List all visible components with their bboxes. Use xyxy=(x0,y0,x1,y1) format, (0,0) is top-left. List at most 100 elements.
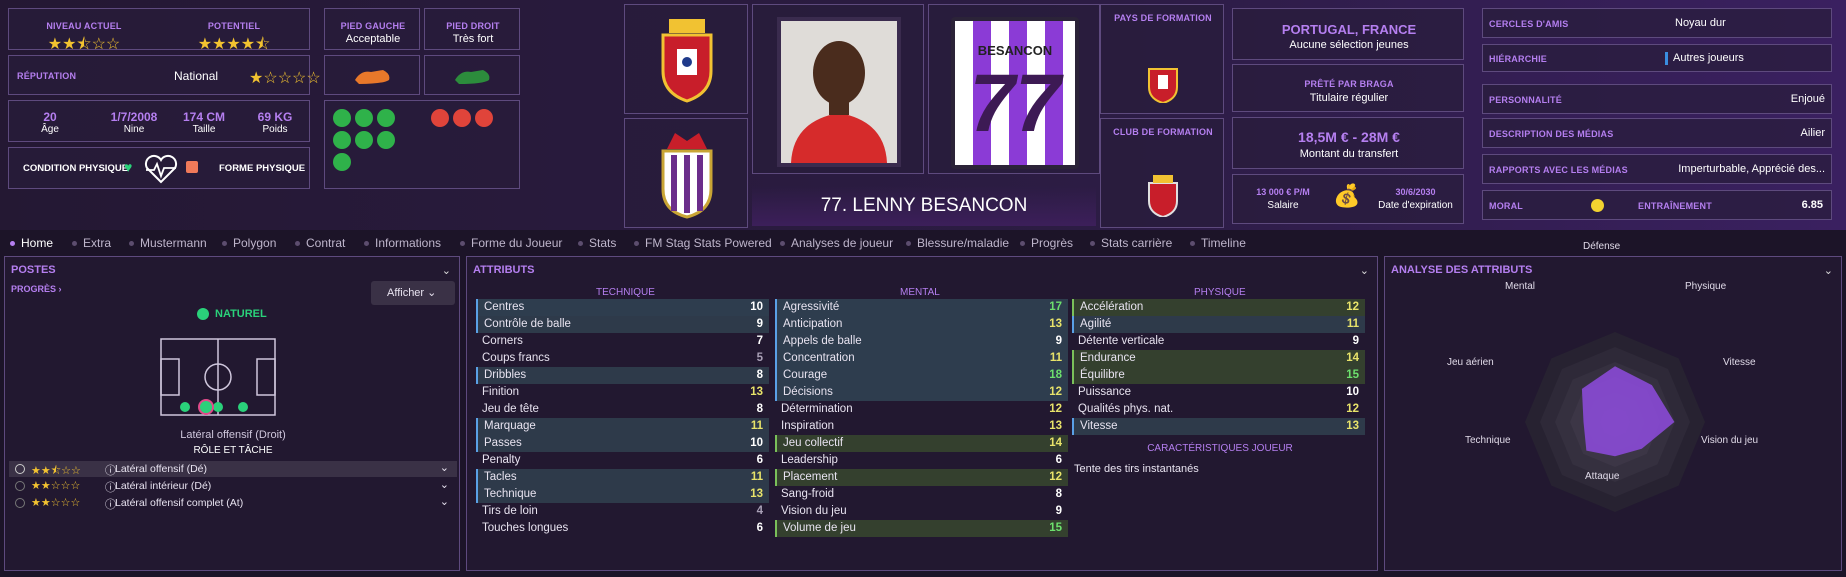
chevron-down-icon[interactable]: ⌄ xyxy=(440,478,449,491)
analysis-panel: ANALYSE DES ATTRIBUTS ⌄ Défense Physique V… xyxy=(1384,241,1842,571)
attribute-row[interactable]: Concentration 11 xyxy=(775,350,1068,367)
tab-contrat[interactable]: Contrat xyxy=(295,236,345,250)
attribute-value: 9 xyxy=(1055,505,1062,517)
radio-icon[interactable] xyxy=(15,498,25,508)
attribute-row[interactable]: Passes 10 xyxy=(476,435,769,452)
attribute-value: 13 xyxy=(750,488,763,500)
show-button[interactable]: Afficher ⌄ xyxy=(371,281,455,305)
radar-label: Vitesse xyxy=(1723,357,1756,368)
chevron-down-icon[interactable]: ⌄ xyxy=(440,461,449,474)
chevron-down-icon[interactable]: ⌄ xyxy=(1824,264,1833,277)
tab-mustermann[interactable]: Mustermann xyxy=(129,236,207,250)
star-warning-icon[interactable] xyxy=(431,109,449,127)
attribute-row[interactable]: Tacles 11 xyxy=(476,469,769,486)
potential-label: POTENTIEL xyxy=(207,21,261,31)
attribute-row[interactable]: Penalty 6 xyxy=(476,452,769,469)
attribute-value: 13 xyxy=(750,386,763,398)
attribute-row[interactable]: Jeu collectif 14 xyxy=(775,435,1068,452)
attribute-row[interactable]: Contrôle de balle 9 xyxy=(476,316,769,333)
drop-warning-icon[interactable] xyxy=(475,109,493,127)
attribute-row[interactable]: Agilité 11 xyxy=(1072,316,1365,333)
attribute-row[interactable]: Courage 18 xyxy=(775,367,1068,384)
alert-warning-icon[interactable] xyxy=(453,109,471,127)
shirt-name: BESANCON xyxy=(977,43,1053,58)
attribute-name: Contrôle de balle xyxy=(484,318,571,330)
attribute-row[interactable]: Sang-froid 8 xyxy=(775,486,1068,503)
attribute-row[interactable]: Vision du jeu 9 xyxy=(775,503,1068,520)
pitch-diagram xyxy=(160,338,276,416)
attribute-row[interactable]: Touches longues 6 xyxy=(476,520,769,537)
tab-progres[interactable]: Progrès xyxy=(1020,236,1073,250)
attribute-row[interactable]: Centres 10 xyxy=(476,299,769,316)
tab-blessure[interactable]: Blessure/maladie xyxy=(906,236,1009,250)
tab-timeline[interactable]: Timeline xyxy=(1190,236,1246,250)
attribute-row[interactable]: Placement 12 xyxy=(775,469,1068,486)
height-label: Taille xyxy=(192,124,216,135)
attribute-row[interactable]: Finition 13 xyxy=(476,384,769,401)
attribute-name: Agressivité xyxy=(783,301,840,313)
attribute-value: 12 xyxy=(1049,386,1062,398)
progress-link[interactable]: PROGRÈS › xyxy=(11,284,62,294)
tab-extra[interactable]: Extra xyxy=(72,236,111,250)
attribute-row[interactable]: Agressivité 17 xyxy=(775,299,1068,316)
tab-forme-du-joueur[interactable]: Forme du Joueur xyxy=(460,236,562,250)
salary-label: Salaire xyxy=(1267,200,1299,211)
attribute-value: 6 xyxy=(756,522,763,534)
attribute-row[interactable]: Coups francs 5 xyxy=(476,350,769,367)
attribute-row[interactable]: Décisions 12 xyxy=(775,384,1068,401)
attribute-row[interactable]: Jeu de tête 8 xyxy=(476,401,769,418)
radio-selected-icon[interactable] xyxy=(15,464,25,474)
attribute-radar xyxy=(1525,332,1705,512)
tab-informations[interactable]: Informations xyxy=(364,236,441,250)
trait-badge-icon[interactable] xyxy=(355,131,373,149)
attribute-row[interactable]: Technique 13 xyxy=(476,486,769,503)
attribute-row[interactable]: Appels de balle 9 xyxy=(775,333,1068,350)
attribute-row[interactable]: Leadership 6 xyxy=(775,452,1068,469)
attribute-row[interactable]: Marquage 11 xyxy=(476,418,769,435)
role-row[interactable]: ★★☆☆☆ ⓘ Latéral offensif complet (At) ⌄ xyxy=(9,495,457,511)
attribute-row[interactable]: Accélération 12 xyxy=(1072,299,1365,316)
age-value: 20 xyxy=(43,110,57,124)
attribute-row[interactable]: Équilibre 15 xyxy=(1072,367,1365,384)
trait-badge-icon[interactable] xyxy=(377,131,395,149)
tab-home[interactable]: Home xyxy=(10,236,53,250)
radar-label: Attaque xyxy=(1585,471,1620,482)
attribute-row[interactable]: Anticipation 13 xyxy=(775,316,1068,333)
attribute-row[interactable]: Tirs de loin 4 xyxy=(476,503,769,520)
trait-badge-icon[interactable] xyxy=(333,153,351,171)
chevron-down-icon[interactable]: ⌄ xyxy=(1360,264,1369,277)
attribute-value: 13 xyxy=(1049,318,1062,330)
attribute-row[interactable]: Dribbles 8 xyxy=(476,367,769,384)
role-row[interactable]: ★★☆☆☆ ⓘ Latéral intérieur (Dé) ⌄ xyxy=(9,478,457,494)
attribute-row[interactable]: Inspiration 13 xyxy=(775,418,1068,435)
trait-badge-icon[interactable] xyxy=(333,109,351,127)
attribute-value: 4 xyxy=(756,505,763,517)
tab-analyses[interactable]: Analyses de joueur xyxy=(780,236,893,250)
attribute-value: 11 xyxy=(1049,352,1062,364)
training-club-label: CLUB DE FORMATION xyxy=(1113,127,1213,137)
trait-badge-icon[interactable] xyxy=(377,109,395,127)
attribute-row[interactable]: Détermination 12 xyxy=(775,401,1068,418)
tab-polygon[interactable]: Polygon xyxy=(222,236,276,250)
attribute-row[interactable]: Qualités phys. nat. 12 xyxy=(1072,401,1365,418)
attribute-name: Volume de jeu xyxy=(783,522,856,534)
attribute-row[interactable]: Corners 7 xyxy=(476,333,769,350)
role-row[interactable]: ★★⯪☆☆ ⓘ Latéral offensif (Dé) ⌄ xyxy=(9,461,457,477)
personal-value: Imperturbable, Apprécié des... xyxy=(1678,163,1825,175)
tab-fm-stag-stats[interactable]: FM Stag Stats Powered xyxy=(634,236,772,250)
tab-stats[interactable]: Stats xyxy=(578,236,616,250)
expiry-label: Date d'expiration xyxy=(1378,200,1453,211)
trait-badge-icon[interactable] xyxy=(355,109,373,127)
attribute-row[interactable]: Volume de jeu 15 xyxy=(775,520,1068,537)
attribute-value: 12 xyxy=(1049,403,1062,415)
trait-badge-icon[interactable] xyxy=(333,131,351,149)
radio-icon[interactable] xyxy=(15,481,25,491)
chevron-down-icon[interactable]: ⌄ xyxy=(442,264,451,277)
chevron-down-icon[interactable]: ⌄ xyxy=(440,495,449,508)
attribute-name: Leadership xyxy=(781,454,838,466)
attribute-row[interactable]: Détente verticale 9 xyxy=(1072,333,1365,350)
attribute-row[interactable]: Vitesse 13 xyxy=(1072,418,1365,435)
attribute-row[interactable]: Endurance 14 xyxy=(1072,350,1365,367)
tab-stats-carriere[interactable]: Stats carrière xyxy=(1090,236,1172,250)
attribute-row[interactable]: Puissance 10 xyxy=(1072,384,1365,401)
